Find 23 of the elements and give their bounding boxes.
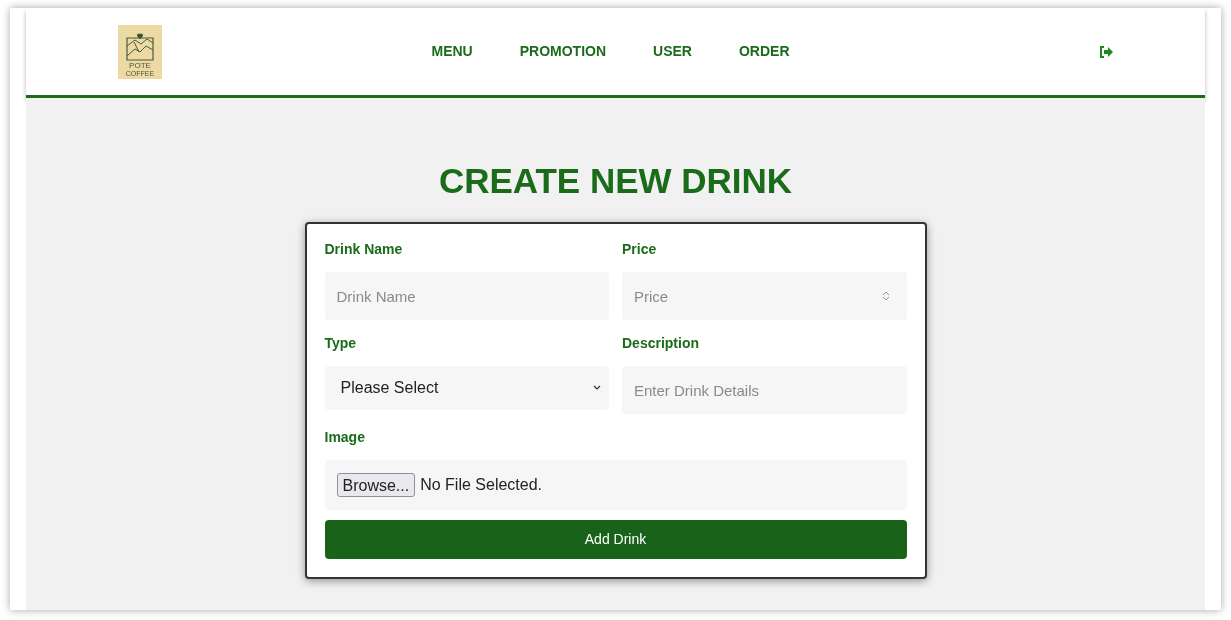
input-field[interactable]: Enter Drink Details bbox=[622, 366, 907, 414]
nav-link[interactable]: USER bbox=[653, 41, 692, 62]
type-dropdown[interactable]: Please Select bbox=[324, 366, 609, 410]
chevron-down-icon bbox=[593, 385, 601, 391]
mountain-heart-icon bbox=[124, 31, 156, 62]
field-label: Price bbox=[622, 240, 658, 258]
field-label: Description bbox=[622, 334, 700, 352]
page-title: CREATE NEW DRINK bbox=[438, 160, 793, 202]
nav-link[interactable]: ORDER bbox=[738, 41, 790, 62]
input-field[interactable]: Drink Name bbox=[324, 272, 609, 320]
spinner-icon[interactable] bbox=[880, 290, 891, 302]
price-field[interactable]: Price bbox=[622, 272, 907, 320]
logo-name: POTE bbox=[129, 61, 151, 70]
file-input[interactable]: Browse... No File Selected. bbox=[324, 460, 907, 510]
add-drink-button[interactable]: Add Drink bbox=[324, 520, 907, 559]
file-status-text: No File Selected. bbox=[420, 475, 543, 495]
logout-icon[interactable] bbox=[1099, 45, 1113, 58]
field-label: Type bbox=[324, 334, 358, 352]
browse-button[interactable]: Browse... bbox=[336, 473, 416, 497]
nav-link[interactable]: MENU bbox=[431, 41, 473, 62]
field-label: Drink Name bbox=[324, 240, 404, 258]
nav-link[interactable]: PROMOTION bbox=[519, 41, 607, 62]
field-label: Image bbox=[324, 428, 366, 446]
